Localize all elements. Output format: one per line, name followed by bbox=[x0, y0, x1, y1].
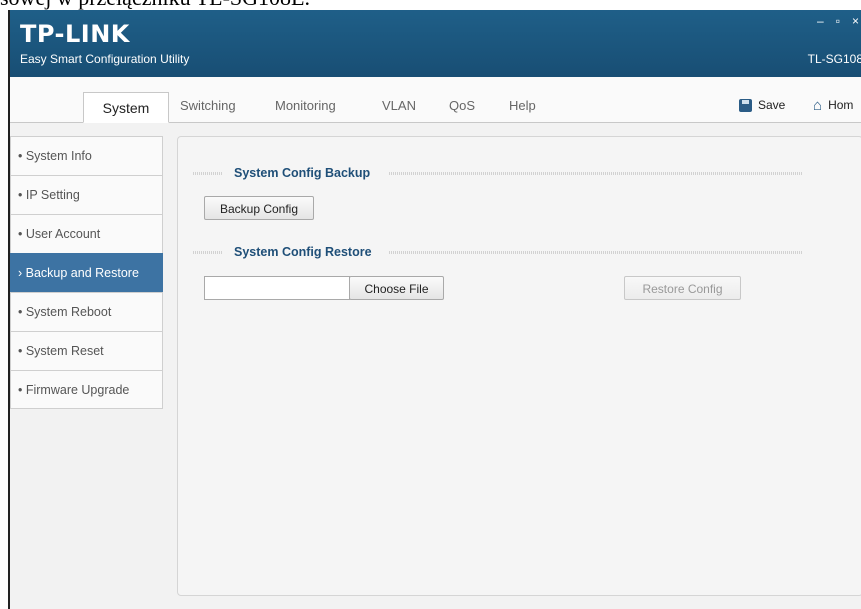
tab-bar: System Switching Monitoring VLAN QoS Hel… bbox=[10, 77, 861, 123]
home-label: Hom bbox=[828, 98, 854, 112]
sidebar-item-ip-setting[interactable]: • IP Setting bbox=[10, 175, 163, 214]
device-model: TL-SG108 bbox=[807, 52, 861, 66]
home-button[interactable]: ⌂ Hom bbox=[813, 96, 854, 114]
tp-link-logo: TP-LINK bbox=[20, 20, 130, 48]
tab-help[interactable]: Help bbox=[509, 98, 536, 113]
section-divider bbox=[389, 172, 803, 175]
close-icon[interactable]: × bbox=[852, 14, 859, 28]
main-panel: System Config Backup Backup Config Syste… bbox=[177, 136, 861, 596]
restore-section-title: System Config Restore bbox=[234, 245, 372, 259]
restore-file-input[interactable] bbox=[204, 276, 350, 300]
section-divider bbox=[193, 251, 223, 254]
app-subtitle: Easy Smart Configuration Utility bbox=[20, 52, 190, 66]
sidebar-item-system-reboot[interactable]: • System Reboot bbox=[10, 292, 163, 331]
maximize-icon[interactable]: ▫ bbox=[836, 14, 840, 28]
backup-config-button[interactable]: Backup Config bbox=[204, 196, 314, 220]
backup-section-title: System Config Backup bbox=[234, 166, 371, 180]
title-bar: TP-LINK Easy Smart Configuration Utility… bbox=[10, 10, 861, 77]
tab-switching[interactable]: Switching bbox=[180, 98, 236, 113]
sidebar-item-firmware-upgrade[interactable]: • Firmware Upgrade bbox=[10, 370, 163, 409]
tab-qos[interactable]: QoS bbox=[449, 98, 475, 113]
save-label: Save bbox=[758, 98, 786, 112]
tab-vlan[interactable]: VLAN bbox=[382, 98, 416, 113]
section-divider bbox=[389, 251, 803, 254]
tab-monitoring[interactable]: Monitoring bbox=[275, 98, 336, 113]
minimize-icon[interactable]: – bbox=[817, 14, 824, 28]
sidebar-item-backup-and-restore[interactable]: › Backup and Restore bbox=[10, 253, 163, 292]
restore-section-header: System Config Restore bbox=[193, 245, 803, 259]
backup-section-header: System Config Backup bbox=[193, 166, 803, 180]
sidebar-item-system-info[interactable]: • System Info bbox=[10, 136, 163, 175]
sidebar-item-system-reset[interactable]: • System Reset bbox=[10, 331, 163, 370]
save-icon bbox=[739, 98, 752, 112]
home-icon: ⌂ bbox=[813, 96, 823, 114]
tab-system[interactable]: System bbox=[83, 92, 169, 123]
sidebar: • System Info • IP Setting • User Accoun… bbox=[10, 136, 163, 409]
restore-config-button[interactable]: Restore Config bbox=[624, 276, 741, 300]
section-divider bbox=[193, 172, 223, 175]
choose-file-button[interactable]: Choose File bbox=[349, 276, 444, 300]
document-text-fragment: sowej w przełączniku TL-SG108E. bbox=[0, 0, 861, 10]
window-controls: – ▫ × bbox=[817, 14, 859, 28]
save-button[interactable]: Save bbox=[739, 98, 785, 112]
sidebar-item-user-account[interactable]: • User Account bbox=[10, 214, 163, 253]
app-window: TP-LINK Easy Smart Configuration Utility… bbox=[8, 10, 861, 609]
